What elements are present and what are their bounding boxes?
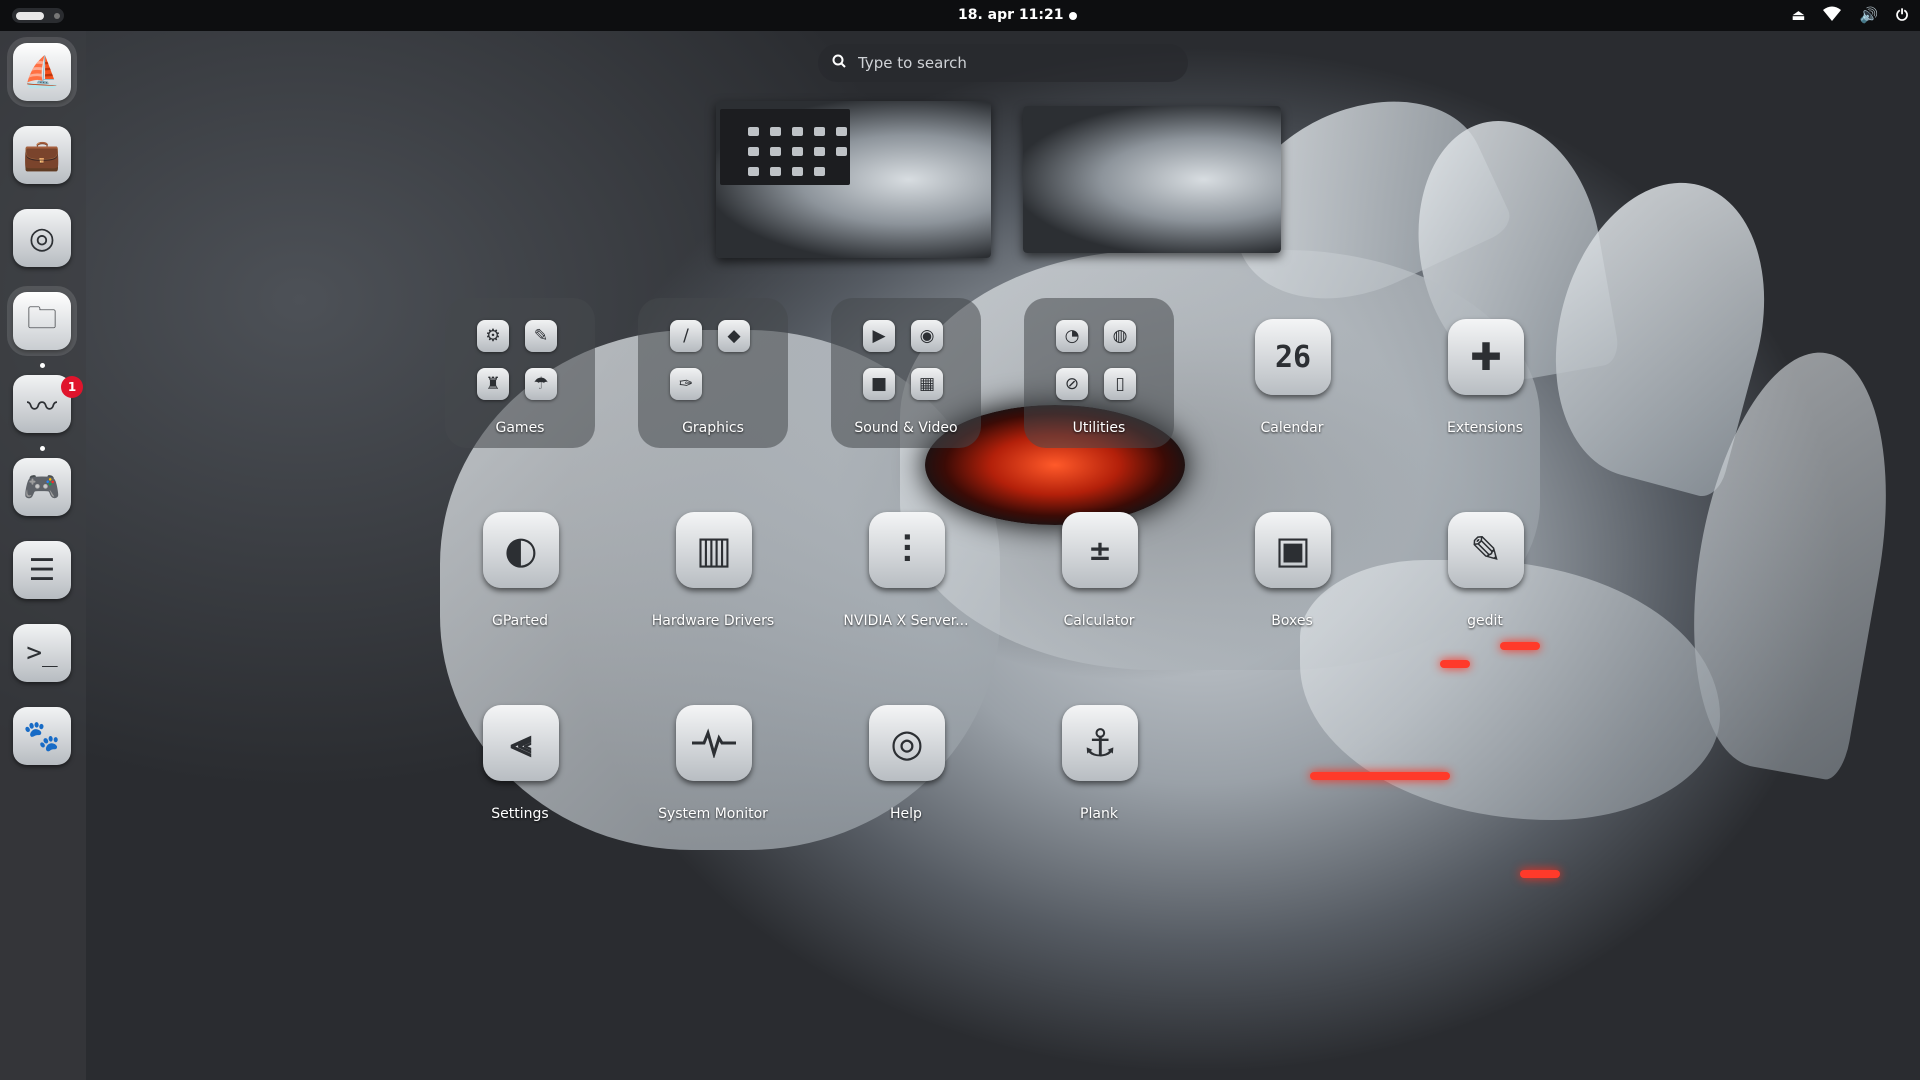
app-label: Sound & Video xyxy=(854,420,958,436)
workspace-thumbnail-1[interactable] xyxy=(716,101,991,258)
search-input[interactable] xyxy=(856,53,1160,73)
search-bar[interactable] xyxy=(818,44,1188,82)
disk-icon: ◍ xyxy=(1104,320,1136,352)
notification-badge: 1 xyxy=(61,376,83,398)
video-player-icon: ▶ xyxy=(863,320,895,352)
app-folder-sound-video[interactable]: ▶ ◉ ■ ▦ Sound & Video xyxy=(831,298,981,448)
game-app-icon: ⚙ xyxy=(477,320,509,352)
search-icon xyxy=(832,54,846,72)
sliders-icon: ⫷ xyxy=(483,705,559,781)
files-icon: 🗀 xyxy=(27,300,57,336)
app-label: Calendar xyxy=(1260,420,1324,436)
app-system-monitor[interactable]: System Monitor xyxy=(638,684,788,834)
app-label: NVIDIA X Server... xyxy=(843,613,969,629)
game-app-icon: ☂ xyxy=(525,368,557,400)
running-indicator xyxy=(40,446,45,451)
film-icon: ▦ xyxy=(911,368,943,400)
volume-icon[interactable]: 🔊 xyxy=(1859,6,1878,26)
layers-icon: ☰ xyxy=(28,552,56,588)
dock-app-files[interactable]: 🗀 xyxy=(13,292,71,350)
app-label: Extensions xyxy=(1446,420,1524,436)
app-label: Games xyxy=(495,420,545,436)
app-label: Boxes xyxy=(1271,613,1313,629)
app-label: Utilities xyxy=(1072,420,1126,436)
app-label: Settings xyxy=(491,806,549,822)
dock-app-games[interactable]: 🎮 xyxy=(13,458,71,516)
workspace-thumbnail-2[interactable] xyxy=(1023,106,1281,253)
lifebuoy-icon: ◎ xyxy=(869,705,945,781)
app-boxes[interactable]: ▣ Boxes xyxy=(1217,491,1367,641)
drawing-app-icon: / xyxy=(670,320,702,352)
app-label: System Monitor xyxy=(658,806,768,822)
speaker-icon: ◉ xyxy=(911,320,943,352)
wifi-icon[interactable] xyxy=(1823,6,1842,26)
app-settings[interactable]: ⫷ Settings xyxy=(445,684,595,834)
anchor-icon: ⚓ xyxy=(1062,705,1138,781)
dock-app-layers[interactable]: ☰ xyxy=(13,541,71,599)
power-icon[interactable]: ⏻ xyxy=(1896,6,1908,26)
app-plank[interactable]: ⚓ Plank xyxy=(1024,684,1174,834)
app-label: GParted xyxy=(492,613,548,629)
pencil-icon: ✎ xyxy=(1448,512,1524,588)
dock: ⛵ 💼 ◎ 🗀 〰 🎮 ☰ >_ 🐾 xyxy=(0,31,86,1080)
dock-app-terminal[interactable]: >_ xyxy=(13,624,71,682)
app-folder-graphics[interactable]: / ◆ ✑ Graphics xyxy=(638,298,788,448)
sailboat-icon: ⛵ xyxy=(23,54,61,90)
app-gedit[interactable]: ✎ gedit xyxy=(1410,491,1560,641)
app-hardware-drivers[interactable]: ▥ Hardware Drivers xyxy=(638,491,788,641)
app-label: Calculator xyxy=(1063,613,1135,629)
calendar-day: 26 xyxy=(1274,339,1312,375)
puzzle-piece-icon: ✚ xyxy=(1448,319,1524,395)
app-calculator[interactable]: ± Calculator xyxy=(1024,491,1174,641)
chip-icon: ▥ xyxy=(676,512,752,588)
camera-icon: ■ xyxy=(863,368,895,400)
gnome-tweaks-icon: 🐾 xyxy=(23,718,61,754)
app-label: gedit xyxy=(1467,613,1503,629)
utility-app-icon: ⊘ xyxy=(1056,368,1088,400)
notification-dot xyxy=(1069,12,1077,20)
pulse-icon xyxy=(676,705,752,781)
dock-app-sailboat[interactable]: ⛵ xyxy=(13,43,71,101)
browser-icon: ◎ xyxy=(28,220,56,256)
dock-app-browser[interactable]: ◎ xyxy=(13,209,71,267)
date-time[interactable]: 18. apr 11:21 xyxy=(958,7,1064,23)
drawing-app-icon: ◆ xyxy=(718,320,750,352)
workspace-indicator xyxy=(54,12,60,19)
app-folder-utilities[interactable]: ◔ ◍ ⊘ ▯ Utilities xyxy=(1024,298,1174,448)
rss-reader-icon: 〰 xyxy=(27,390,57,425)
dock-app-gnome-tweaks[interactable]: 🐾 xyxy=(13,707,71,765)
window-thumbnail xyxy=(720,109,850,185)
activities-button[interactable] xyxy=(12,8,64,23)
software-store-icon: 💼 xyxy=(23,137,61,173)
running-indicator xyxy=(40,363,45,368)
calendar-icon: 26 xyxy=(1255,319,1331,395)
eject-icon[interactable]: ⏏ xyxy=(1791,6,1805,26)
app-calendar[interactable]: 26 Calendar xyxy=(1217,298,1367,448)
app-label: Help xyxy=(890,806,922,822)
calculator-icon: ± xyxy=(1062,512,1138,588)
disk-usage-icon: ◔ xyxy=(1056,320,1088,352)
app-label: Graphics xyxy=(682,420,744,436)
app-nvidia-settings[interactable]: ⫶ NVIDIA X Server... xyxy=(831,491,981,641)
app-folder-games[interactable]: ⚙ ✎ ♜ ☂ Games xyxy=(445,298,595,448)
game-app-icon: ✎ xyxy=(525,320,557,352)
workspace-indicator-active xyxy=(16,11,44,20)
color-picker-icon: ✑ xyxy=(670,368,702,400)
equalizer-icon: ⫶ xyxy=(869,512,945,588)
game-app-icon: ♜ xyxy=(477,368,509,400)
terminal-icon: >_ xyxy=(26,638,58,668)
boxes-icon: ▣ xyxy=(1255,512,1331,588)
app-extensions[interactable]: ✚ Extensions xyxy=(1410,298,1560,448)
gparted-icon: ◐ xyxy=(483,512,559,588)
top-bar: 18. apr 11:21 ⏏ 🔊 ⏻ xyxy=(0,0,1920,31)
app-gparted[interactable]: ◐ GParted xyxy=(445,491,595,641)
gamepad-icon: 🎮 xyxy=(23,469,61,505)
app-label: Plank xyxy=(1080,806,1118,822)
system-tray[interactable]: ⏏ 🔊 ⏻ xyxy=(1791,6,1908,26)
mouse-icon: ▯ xyxy=(1104,368,1136,400)
dock-app-software-store[interactable]: 💼 xyxy=(13,126,71,184)
app-help[interactable]: ◎ Help xyxy=(831,684,981,834)
app-label: Hardware Drivers xyxy=(651,613,775,629)
